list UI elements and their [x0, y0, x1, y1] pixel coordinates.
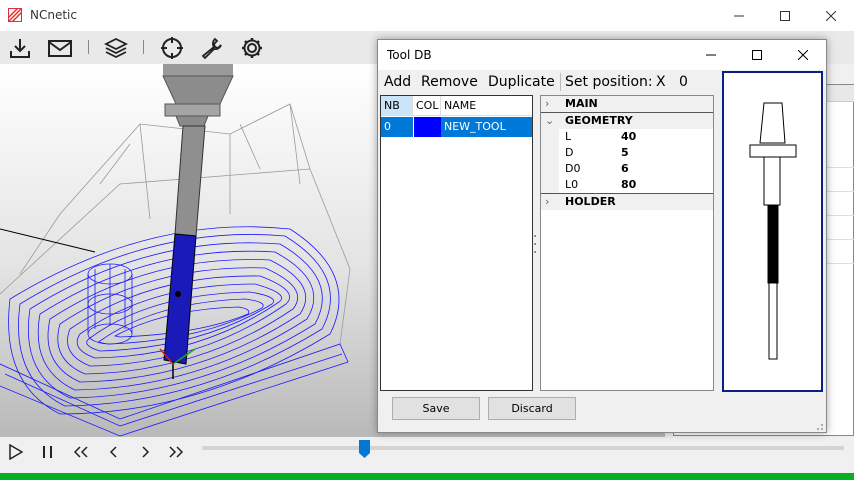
menu-add[interactable]: Add: [384, 74, 411, 90]
tool-preview-drawing: [749, 102, 797, 360]
tool-db-dialog: Tool DB Add Remove Duplicate Set positio…: [377, 39, 827, 433]
rewind-icon[interactable]: [70, 443, 92, 461]
property-value[interactable]: 40: [621, 129, 636, 145]
dialog-maximize-button[interactable]: [734, 40, 780, 70]
property-row[interactable]: D5: [541, 145, 713, 161]
menu-duplicate[interactable]: Duplicate: [488, 74, 555, 90]
save-button[interactable]: Save: [392, 397, 480, 420]
play-icon[interactable]: [5, 443, 27, 461]
x-label: X: [656, 74, 666, 90]
property-value[interactable]: 5: [621, 145, 629, 161]
next-icon[interactable]: [134, 443, 156, 461]
category-geometry-label: GEOMETRY: [565, 114, 633, 127]
mail-icon[interactable]: [48, 36, 72, 60]
property-row[interactable]: D0 6: [541, 161, 713, 177]
minimize-button[interactable]: [716, 0, 762, 31]
table-cell-nb[interactable]: 0: [381, 117, 413, 137]
property-grid[interactable]: › MAIN ⌄ GEOMETRY L 40 D5 D0 6 L0 80 › HOLD…: [540, 95, 714, 391]
status-strip: [0, 473, 854, 480]
category-main-label: MAIN: [565, 97, 598, 110]
chevron-down-icon: ⌄: [545, 114, 555, 127]
fast-forward-icon[interactable]: [165, 443, 187, 461]
close-button[interactable]: [808, 0, 854, 31]
chevron-right-icon: ›: [545, 97, 550, 110]
prev-icon[interactable]: [103, 443, 125, 461]
property-row[interactable]: L 40: [541, 129, 713, 145]
crosshair-icon[interactable]: [160, 36, 184, 60]
splitter-grip[interactable]: [534, 233, 536, 255]
category-geometry[interactable]: ⌄ GEOMETRY: [541, 113, 713, 129]
property-row[interactable]: L0 80: [541, 177, 713, 193]
wrench-icon[interactable]: [200, 36, 224, 60]
menu-separator: [560, 73, 561, 91]
download-icon[interactable]: [8, 36, 32, 60]
category-holder[interactable]: › HOLDER: [541, 194, 713, 210]
pause-icon[interactable]: [37, 443, 59, 461]
chevron-right-icon: ›: [545, 195, 550, 208]
resize-grip-icon[interactable]: [814, 420, 824, 430]
gear-icon[interactable]: [240, 36, 264, 60]
table-cell-name[interactable]: NEW_TOOL: [441, 117, 532, 137]
dialog-minimize-button[interactable]: [688, 40, 734, 70]
table-cell-color-swatch[interactable]: [413, 117, 441, 137]
x-value[interactable]: 0: [679, 74, 688, 90]
tool-table[interactable]: NB COL NAME 0 NEW_TOOL: [380, 95, 533, 391]
maximize-button[interactable]: [762, 0, 808, 31]
category-main[interactable]: › MAIN: [541, 96, 713, 112]
tool-preview: [722, 71, 823, 392]
set-position-label: Set position:: [565, 74, 653, 90]
discard-button[interactable]: Discard: [488, 397, 576, 420]
property-key: D: [565, 146, 574, 159]
window-title: NCnetic: [30, 8, 77, 22]
property-value[interactable]: 80: [621, 177, 636, 193]
progress-slider-thumb[interactable]: [359, 440, 370, 458]
property-key: D0: [565, 162, 581, 175]
dialog-title: Tool DB: [387, 48, 432, 62]
toolbar-separator: [143, 40, 144, 54]
app-logo-icon: [7, 7, 23, 23]
property-key: L0: [565, 178, 579, 191]
toolbar-separator: [88, 40, 89, 54]
progress-slider-track[interactable]: [202, 446, 844, 450]
column-header-name[interactable]: NAME: [441, 96, 532, 116]
dialog-close-button[interactable]: [780, 40, 826, 70]
layers-icon[interactable]: [104, 36, 128, 60]
column-header-col[interactable]: COL: [413, 96, 441, 116]
category-holder-label: HOLDER: [565, 195, 616, 208]
property-key: L: [565, 130, 572, 143]
column-header-nb[interactable]: NB: [381, 96, 413, 116]
property-value[interactable]: 6: [621, 161, 629, 177]
menu-remove[interactable]: Remove: [421, 74, 478, 90]
